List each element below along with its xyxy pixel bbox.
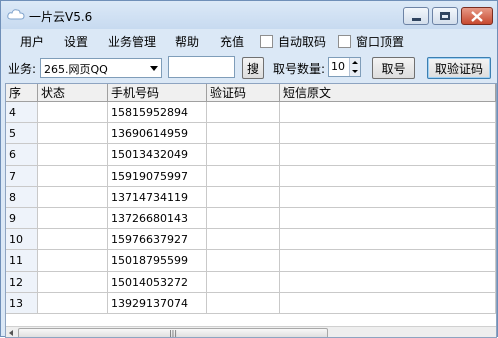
toolbar: 业务: 265.网页QQ 搜 取号数量: 10 取号 取验证码	[1, 54, 497, 82]
cell-seq[interactable]: 8	[6, 186, 38, 208]
get-number-button[interactable]: 取号	[372, 57, 415, 79]
horizontal-scrollbar[interactable]: |||	[6, 326, 496, 337]
chevron-down-icon	[150, 66, 158, 71]
cell-seq[interactable]: 7	[6, 165, 38, 187]
maximize-button[interactable]	[432, 7, 458, 25]
arrow-down-icon	[352, 70, 358, 73]
window-on-top-toggle[interactable]: 窗口顶置	[338, 33, 404, 50]
cell-code[interactable]	[207, 165, 280, 187]
column-header-phone[interactable]: 手机号码	[108, 84, 207, 102]
cell-phone[interactable]: 15018795599	[108, 250, 207, 272]
arrow-up-icon	[352, 61, 358, 64]
cell-code[interactable]	[207, 208, 280, 230]
cell-phone[interactable]: 15013432049	[108, 144, 207, 166]
cell-sms[interactable]	[280, 292, 496, 314]
menu-settings[interactable]: 设置	[64, 33, 88, 50]
cell-status[interactable]	[38, 229, 108, 251]
cell-seq[interactable]: 6	[6, 144, 38, 166]
window-on-top-label: 窗口顶置	[356, 35, 405, 49]
cell-seq[interactable]: 4	[6, 102, 38, 124]
cell-code[interactable]	[207, 271, 280, 293]
window-on-top-checkbox[interactable]	[338, 35, 351, 48]
cell-status[interactable]	[38, 102, 108, 124]
cell-code[interactable]	[207, 292, 280, 314]
business-select-value: 265.网页QQ	[44, 63, 108, 76]
cell-seq[interactable]: 13	[6, 292, 38, 314]
column-header-seq[interactable]: 序	[6, 84, 38, 102]
cell-status[interactable]	[38, 271, 108, 293]
title-bar[interactable]: 一片云V5.6	[1, 1, 497, 29]
business-select[interactable]: 265.网页QQ	[40, 58, 162, 78]
data-grid[interactable]: 序 状态 手机号码 验证码 短信原文 4 15815952894 5 13690614…	[5, 83, 497, 338]
cell-phone[interactable]: 15919075997	[108, 165, 207, 187]
menu-recharge[interactable]: 充值	[220, 33, 244, 50]
cell-code[interactable]	[207, 250, 280, 272]
maximize-icon	[440, 12, 450, 20]
auto-get-code-toggle[interactable]: 自动取码	[260, 33, 326, 50]
auto-get-code-checkbox[interactable]	[260, 35, 273, 48]
cell-sms[interactable]	[280, 186, 496, 208]
app-window: 一片云V5.6 用户 设置 业务管理 帮助 充值 自动取码 窗口顶置 业务: 2…	[0, 0, 498, 338]
cell-status[interactable]	[38, 250, 108, 272]
cell-seq[interactable]: 11	[6, 250, 38, 272]
quantity-value: 10	[331, 60, 345, 73]
business-label: 业务:	[8, 62, 37, 76]
cell-seq[interactable]: 5	[6, 123, 38, 145]
minimize-icon	[411, 17, 421, 21]
cell-sms[interactable]	[280, 144, 496, 166]
cell-sms[interactable]	[280, 165, 496, 187]
stepper-up-button[interactable]	[349, 58, 360, 67]
column-header-code[interactable]: 验证码	[207, 84, 280, 102]
cell-sms[interactable]	[280, 123, 496, 145]
cell-sms[interactable]	[280, 208, 496, 230]
stepper-down-button[interactable]	[349, 67, 360, 76]
search-button[interactable]: 搜	[242, 57, 264, 79]
cell-code[interactable]	[207, 144, 280, 166]
cell-seq[interactable]: 9	[6, 208, 38, 230]
close-button[interactable]	[461, 7, 493, 25]
scroll-left-icon[interactable]	[9, 330, 13, 336]
cell-seq[interactable]: 10	[6, 229, 38, 251]
column-header-status[interactable]: 状态	[38, 84, 108, 102]
column-header-sms[interactable]: 短信原文	[280, 84, 496, 102]
cell-seq[interactable]: 12	[6, 271, 38, 293]
cell-phone[interactable]: 13690614959	[108, 123, 207, 145]
cell-sms[interactable]	[280, 102, 496, 124]
cell-phone[interactable]: 15815952894	[108, 102, 207, 124]
cell-sms[interactable]	[280, 229, 496, 251]
get-code-button[interactable]: 取验证码	[427, 57, 491, 79]
menu-help[interactable]: 帮助	[175, 33, 199, 50]
cell-phone[interactable]: 15976637927	[108, 229, 207, 251]
cell-phone[interactable]: 15014053272	[108, 271, 207, 293]
quantity-stepper[interactable]: 10	[328, 57, 361, 77]
keyword-input[interactable]	[168, 56, 235, 78]
cell-sms[interactable]	[280, 250, 496, 272]
menu-business[interactable]: 业务管理	[108, 33, 156, 50]
cell-code[interactable]	[207, 123, 280, 145]
close-icon	[471, 10, 483, 22]
cell-phone[interactable]: 13714734119	[108, 186, 207, 208]
cloud-icon	[7, 9, 25, 20]
window-title: 一片云V5.6	[29, 10, 93, 24]
cell-code[interactable]	[207, 229, 280, 251]
auto-get-code-label: 自动取码	[278, 35, 327, 49]
cell-sms[interactable]	[280, 271, 496, 293]
cell-code[interactable]	[207, 186, 280, 208]
cell-status[interactable]	[38, 186, 108, 208]
cell-status[interactable]	[38, 144, 108, 166]
cell-status[interactable]	[38, 165, 108, 187]
cell-status[interactable]	[38, 123, 108, 145]
cell-phone[interactable]: 13929137074	[108, 292, 207, 314]
menu-bar: 用户 设置 业务管理 帮助 充值 自动取码 窗口顶置	[1, 30, 497, 52]
cell-code[interactable]	[207, 102, 280, 124]
quantity-label: 取号数量:	[273, 62, 326, 76]
menu-user[interactable]: 用户	[20, 33, 44, 50]
minimize-button[interactable]	[403, 7, 429, 25]
cell-status[interactable]	[38, 208, 108, 230]
cell-phone[interactable]: 13726680143	[108, 208, 207, 230]
cell-status[interactable]	[38, 292, 108, 314]
